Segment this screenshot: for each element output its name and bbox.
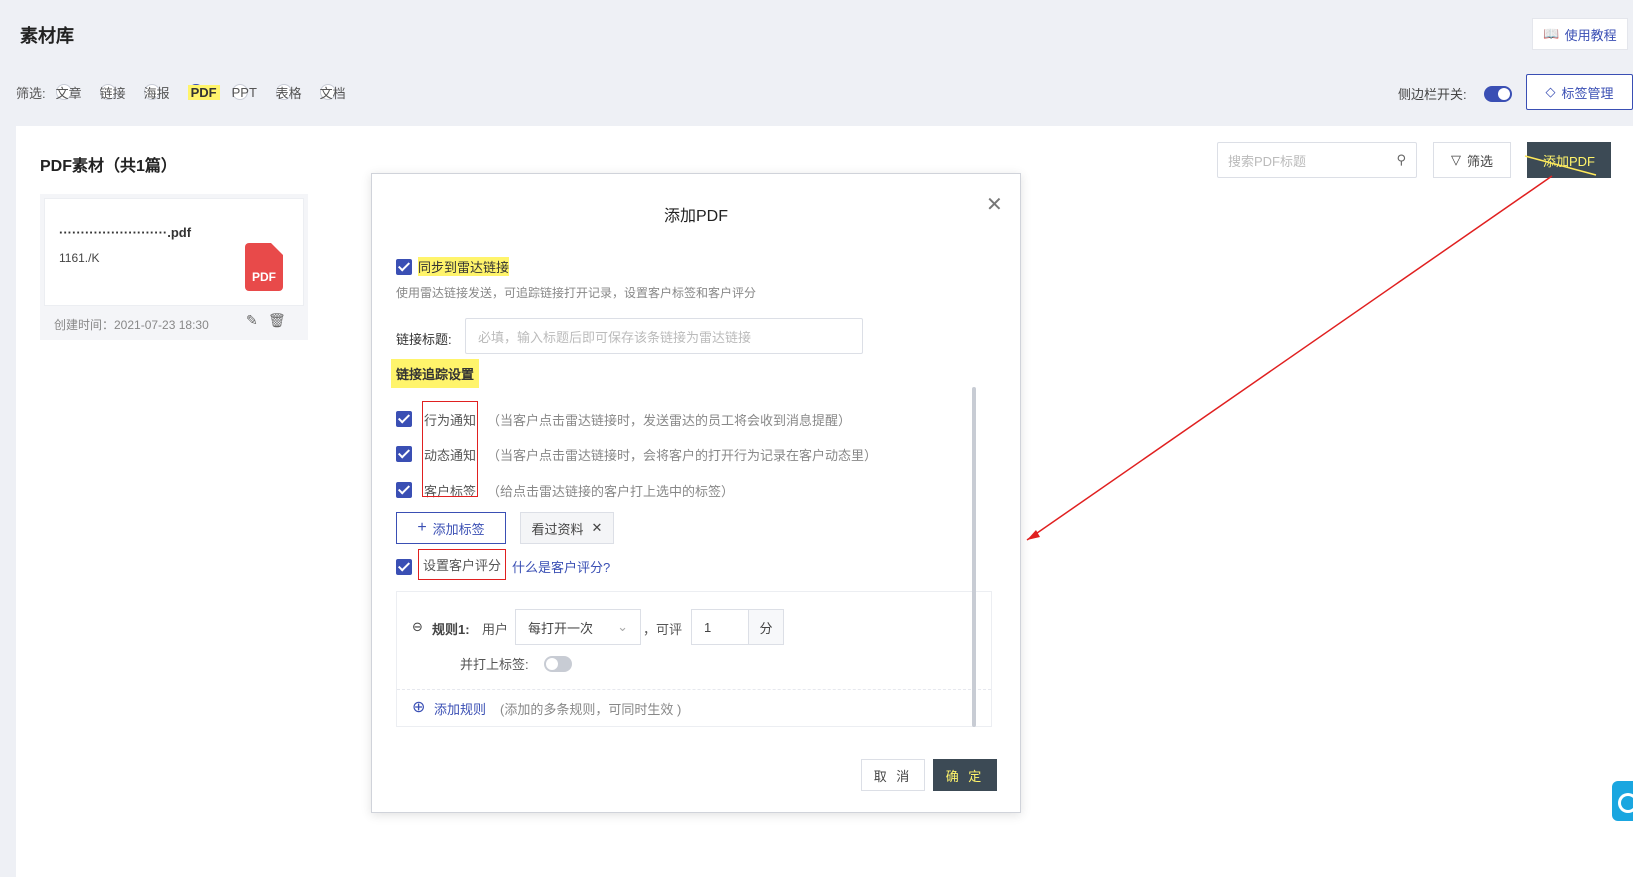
cancel-button[interactable]: 取 消: [861, 759, 925, 791]
section-title: PDF素材（共1篇）: [40, 158, 177, 175]
score-checkbox[interactable]: [396, 559, 412, 575]
search-icon[interactable]: ⚲: [1396, 152, 1406, 168]
add-rule-link[interactable]: 添加规则: [434, 699, 486, 718]
confirm-button[interactable]: 确 定: [933, 759, 997, 791]
rule-can-score: ，可评: [643, 622, 683, 637]
tag-icon: ◇: [1545, 84, 1556, 99]
plus-icon: +: [417, 519, 427, 536]
radio-link[interactable]: 链接: [99, 84, 128, 101]
tracking-heading: 链接追踪设置: [391, 359, 480, 388]
pdf-file-size: 1161./K: [59, 251, 100, 265]
trash-icon[interactable]: 🗑: [268, 312, 286, 329]
edit-icon[interactable]: ✎: [246, 312, 258, 329]
modal-scrollbar[interactable]: [972, 387, 976, 727]
behavior-desc: （当客户点击雷达链接时，发送雷达的员工将会收到消息提醒）: [487, 413, 852, 428]
rule-tag-label: 并打上标签:: [460, 657, 529, 672]
pdf-card[interactable]: ·························.pdf 1161./K PD…: [40, 194, 308, 340]
remove-rule-icon[interactable]: ⊖: [412, 619, 423, 635]
radio-doc[interactable]: 文档: [319, 84, 348, 101]
filter-label: 筛选:: [16, 85, 46, 101]
add-rule-desc: (添加的多条规则，可同时生效 ): [500, 702, 682, 717]
filter-row: 筛选: 文章 链接 海报 PDF PPT 表格 文档: [16, 80, 364, 104]
radio-article[interactable]: 文章: [55, 84, 84, 101]
rule-unit: 分: [748, 609, 784, 645]
rule-frequency-select[interactable]: 每打开一次 ⌄: [515, 609, 641, 645]
rule-score-input[interactable]: 1: [691, 609, 749, 645]
sync-checkbox[interactable]: [396, 259, 412, 275]
sidebar-toggle[interactable]: [1484, 86, 1512, 102]
add-circle-icon[interactable]: ⊕: [412, 697, 425, 717]
customer-tag-desc: （给点击雷达链接的客户打上选中的标签）: [487, 484, 735, 499]
add-pdf-button[interactable]: 添加PDF: [1527, 142, 1611, 178]
pdf-file-name: ·························.pdf: [59, 225, 192, 240]
radio-pdf[interactable]: PDF: [187, 84, 220, 100]
behavior-checkbox[interactable]: [396, 411, 412, 427]
rule-label: 规则1:: [432, 622, 470, 637]
add-pdf-modal: 添加PDF ✕ 同步到雷达链接 使用雷达链接发送，可追踪链接打开记录，设置客户标…: [371, 173, 1021, 813]
created-time: 创建时间：2021-07-23 18:30: [54, 318, 209, 332]
rule-tag-toggle[interactable]: [544, 656, 572, 672]
add-tag-button[interactable]: + 添加标签: [396, 512, 506, 544]
dynamic-desc: （当客户点击雷达链接时，会将客户的打开行为记录在客户动态里）: [487, 448, 878, 463]
chevron-down-icon: ⌄: [617, 619, 628, 634]
dynamic-checkbox[interactable]: [396, 446, 412, 462]
link-title-label: 链接标题:: [396, 332, 452, 347]
sync-desc: 使用雷达链接发送，可追踪链接打开记录，设置客户标签和客户评分: [396, 286, 757, 300]
sidebar-toggle-label: 侧边栏开关:: [1398, 87, 1467, 102]
pdf-icon: PDF: [245, 243, 283, 291]
help-widget-icon[interactable]: [1612, 781, 1633, 821]
radio-poster[interactable]: 海报: [143, 84, 172, 101]
tutorial-label: 使用教程: [1564, 27, 1617, 43]
rules-box: ⊖ 规则1: 用户 每打开一次 ⌄ ，可评 1 分 并打上标签: ⊕ 添加规则 …: [396, 591, 992, 727]
customer-tag-checkbox[interactable]: [396, 482, 412, 498]
close-icon[interactable]: ✕: [592, 520, 603, 536]
score-help-link[interactable]: 什么是客户评分?: [512, 557, 610, 576]
radio-ppt[interactable]: PPT: [231, 84, 260, 100]
close-icon[interactable]: ✕: [986, 192, 1003, 217]
funnel-icon: ▽: [1450, 152, 1461, 167]
book-icon: 📖: [1543, 26, 1560, 41]
tag-manage-button[interactable]: ◇ 标签管理: [1526, 74, 1633, 110]
link-title-input[interactable]: 必填，输入标题后即可保存该条链接为雷达链接: [465, 318, 863, 354]
radio-sheet[interactable]: 表格: [275, 84, 304, 101]
tag-chip: 看过资料 ✕: [520, 512, 614, 544]
modal-title: 添加PDF: [663, 208, 728, 225]
search-input[interactable]: 搜索PDF标题 ⚲: [1217, 142, 1417, 178]
filter-button[interactable]: ▽ 筛选: [1433, 142, 1511, 178]
rule-user: 用户: [482, 622, 509, 637]
page-title: 素材库: [20, 26, 74, 46]
annotation-box: [422, 401, 478, 497]
sync-label: 同步到雷达链接: [418, 257, 510, 276]
tutorial-button[interactable]: 📖 使用教程: [1532, 18, 1628, 50]
score-label: 设置客户评分: [418, 549, 507, 580]
